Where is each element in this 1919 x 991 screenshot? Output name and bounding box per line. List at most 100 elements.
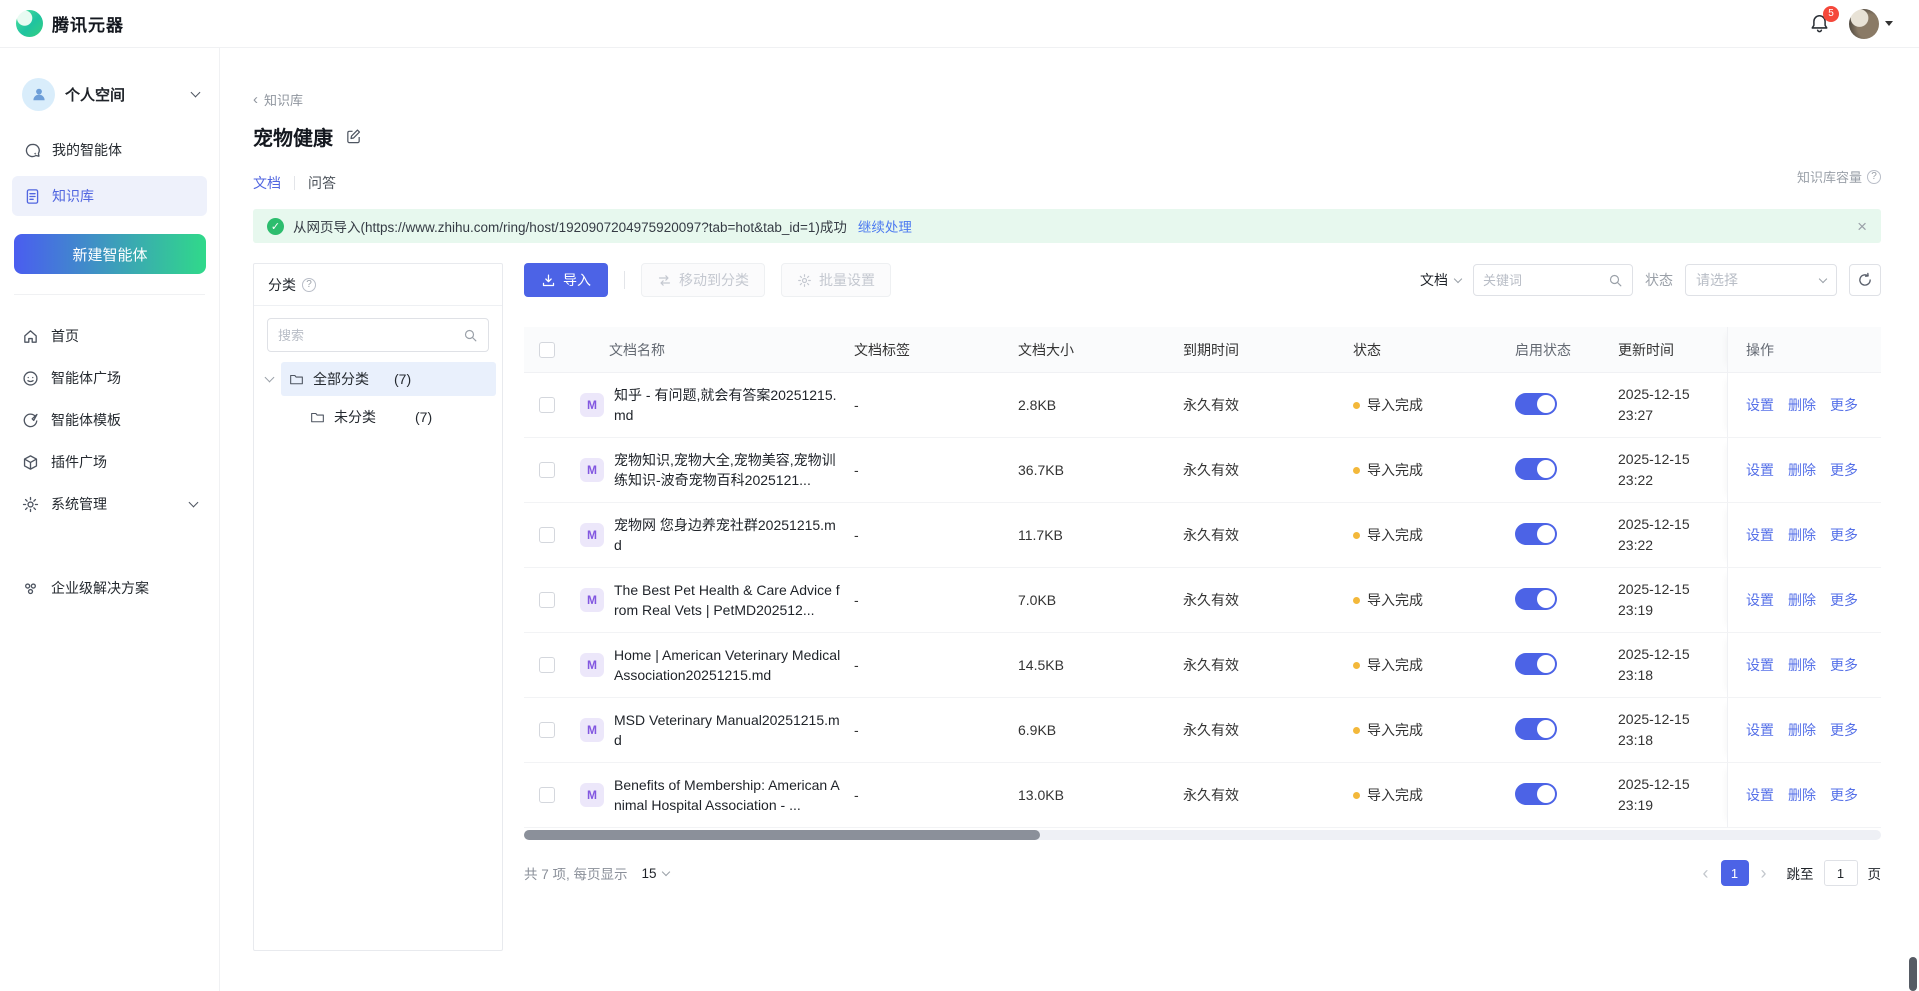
more-link[interactable]: 更多: [1830, 525, 1858, 545]
tree-item-all-categories[interactable]: 全部分类 (7): [254, 362, 502, 396]
settings-link[interactable]: 设置: [1746, 395, 1774, 415]
prev-page-button[interactable]: ‹: [1701, 864, 1711, 882]
workspace-switcher[interactable]: 个人空间: [0, 74, 219, 114]
horizontal-scrollbar-thumb[interactable]: [524, 830, 1040, 840]
vertical-scrollbar-thumb[interactable]: [1909, 957, 1917, 991]
doc-type-filter[interactable]: 文档: [1420, 270, 1461, 290]
row-checkbox[interactable]: [539, 592, 555, 608]
topbar-right: 5: [1809, 9, 1893, 39]
sidebar-item-enterprise[interactable]: 企业级解决方案: [0, 567, 219, 609]
markdown-file-icon: M: [580, 393, 604, 417]
sidebar-item-plugin-plaza[interactable]: 插件广场: [0, 441, 219, 483]
notification-bell-button[interactable]: 5: [1809, 13, 1831, 35]
settings-link[interactable]: 设置: [1746, 590, 1774, 610]
more-link[interactable]: 更多: [1830, 785, 1858, 805]
markdown-file-icon: M: [580, 523, 604, 547]
settings-link[interactable]: 设置: [1746, 655, 1774, 675]
continue-processing-link[interactable]: 继续处理: [858, 216, 912, 236]
more-link[interactable]: 更多: [1830, 655, 1858, 675]
delete-link[interactable]: 删除: [1788, 655, 1816, 675]
document-icon: [24, 188, 41, 205]
more-link[interactable]: 更多: [1830, 460, 1858, 480]
brand-logo[interactable]: 腾讯元器: [16, 10, 124, 37]
more-link[interactable]: 更多: [1830, 395, 1858, 415]
create-agent-button[interactable]: 新建智能体: [14, 234, 206, 274]
move-to-category-button[interactable]: 移动到分类: [641, 263, 765, 297]
document-tag: -: [849, 397, 1004, 413]
next-page-button[interactable]: ›: [1759, 864, 1769, 882]
document-name[interactable]: 宠物网 您身边养宠社群20251215.md: [614, 515, 842, 555]
enable-toggle[interactable]: [1515, 588, 1557, 610]
toolbar-divider: [624, 271, 625, 289]
enable-toggle[interactable]: [1515, 393, 1557, 415]
page-size-select[interactable]: 15: [642, 866, 669, 881]
rename-icon[interactable]: [345, 128, 362, 145]
table-row: M Benefits of Membership: American Anima…: [524, 763, 1881, 828]
sidebar-item-system-admin[interactable]: 系统管理: [0, 483, 219, 525]
tab-qa[interactable]: 问答: [308, 173, 336, 193]
user-avatar: [1849, 9, 1879, 39]
category-search-input[interactable]: [278, 328, 457, 343]
markdown-file-icon: M: [580, 718, 604, 742]
horizontal-scrollbar[interactable]: [524, 830, 1881, 840]
enable-toggle[interactable]: [1515, 783, 1557, 805]
select-all-checkbox[interactable]: [539, 342, 555, 358]
more-link[interactable]: 更多: [1830, 720, 1858, 740]
table-row: M 知乎 - 有问题,就会有答案20251215.md - 2.8KB 永久有效…: [524, 373, 1881, 438]
row-checkbox[interactable]: [539, 787, 555, 803]
row-checkbox[interactable]: [539, 527, 555, 543]
jump-page-input[interactable]: [1824, 860, 1858, 886]
import-button[interactable]: 导入: [524, 263, 608, 297]
banner-close-icon[interactable]: ×: [1857, 218, 1867, 235]
enable-toggle[interactable]: [1515, 523, 1557, 545]
delete-link[interactable]: 删除: [1788, 785, 1816, 805]
gear-icon: [22, 496, 39, 513]
document-name[interactable]: MSD Veterinary Manual20251215.md: [614, 710, 842, 750]
status-filter-select[interactable]: 请选择: [1685, 264, 1837, 296]
enable-toggle[interactable]: [1515, 653, 1557, 675]
document-tag: -: [849, 657, 1004, 673]
row-checkbox[interactable]: [539, 722, 555, 738]
refresh-button[interactable]: [1849, 264, 1881, 296]
document-name[interactable]: 知乎 - 有问题,就会有答案20251215.md: [614, 385, 842, 425]
delete-link[interactable]: 删除: [1788, 525, 1816, 545]
nav-item-label: 首页: [51, 326, 79, 346]
table-row: M 宠物知识,宠物大全,宠物美容,宠物训练知识-波奇宠物百科2025121...…: [524, 438, 1881, 503]
settings-link[interactable]: 设置: [1746, 460, 1774, 480]
tree-item-uncategorized[interactable]: 未分类 (7): [254, 400, 502, 434]
current-page-button[interactable]: 1: [1721, 860, 1749, 886]
table-body: M 知乎 - 有问题,就会有答案20251215.md - 2.8KB 永久有效…: [524, 373, 1881, 828]
settings-link[interactable]: 设置: [1746, 720, 1774, 740]
document-name[interactable]: Home | American Veterinary Medical Assoc…: [614, 645, 842, 685]
more-link[interactable]: 更多: [1830, 590, 1858, 610]
enable-toggle[interactable]: [1515, 458, 1557, 480]
row-checkbox[interactable]: [539, 657, 555, 673]
sidebar-item-home[interactable]: 首页: [0, 315, 219, 357]
capacity-indicator[interactable]: 知识库容量 ?: [1797, 167, 1881, 186]
sidebar-item-knowledge-base[interactable]: 知识库: [12, 176, 207, 216]
delete-link[interactable]: 删除: [1788, 460, 1816, 480]
document-name[interactable]: Benefits of Membership: American Animal …: [614, 775, 842, 815]
row-checkbox[interactable]: [539, 397, 555, 413]
delete-link[interactable]: 删除: [1788, 720, 1816, 740]
enable-toggle[interactable]: [1515, 718, 1557, 740]
keyword-input[interactable]: [1483, 273, 1602, 288]
sidebar-item-agent-plaza[interactable]: 智能体广场: [0, 357, 219, 399]
delete-link[interactable]: 删除: [1788, 395, 1816, 415]
import-icon: [541, 273, 556, 288]
tab-documents[interactable]: 文档: [253, 173, 281, 193]
sidebar-item-my-agents[interactable]: 我的智能体: [12, 130, 207, 170]
sidebar-item-agent-templates[interactable]: 智能体模板: [0, 399, 219, 441]
settings-link[interactable]: 设置: [1746, 525, 1774, 545]
chevron-down-icon: [265, 373, 275, 383]
batch-settings-button[interactable]: 批量设置: [781, 263, 891, 297]
filters: 文档 状态 请选择: [1420, 264, 1881, 296]
settings-link[interactable]: 设置: [1746, 785, 1774, 805]
breadcrumb-back[interactable]: ‹ 知识库: [253, 90, 303, 109]
user-menu[interactable]: [1849, 9, 1893, 39]
markdown-file-icon: M: [580, 653, 604, 677]
row-checkbox[interactable]: [539, 462, 555, 478]
delete-link[interactable]: 删除: [1788, 590, 1816, 610]
document-name[interactable]: The Best Pet Health & Care Advice from R…: [614, 580, 842, 620]
document-name[interactable]: 宠物知识,宠物大全,宠物美容,宠物训练知识-波奇宠物百科2025121...: [614, 450, 842, 490]
